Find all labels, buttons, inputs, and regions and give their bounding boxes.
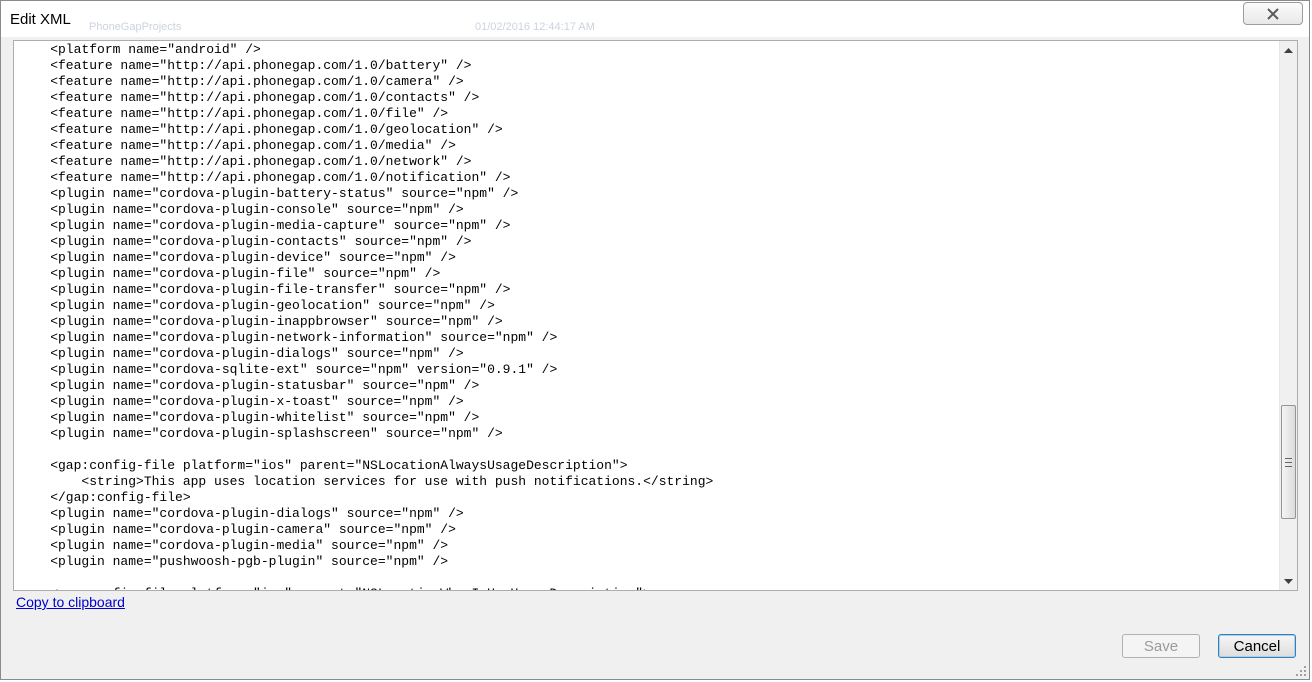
vertical-scrollbar[interactable]: [1279, 41, 1297, 590]
code-line: <plugin name="cordova-plugin-console" so…: [19, 202, 464, 217]
code-line: <plugin name="cordova-plugin-device" sou…: [19, 250, 456, 265]
code-line: <plugin name="cordova-plugin-file-transf…: [19, 282, 511, 297]
code-line: <feature name="http://api.phonegap.com/1…: [19, 154, 472, 169]
code-line: <plugin name="cordova-plugin-statusbar" …: [19, 378, 480, 393]
scroll-thumb[interactable]: [1281, 405, 1296, 519]
code-line: <plugin name="cordova-plugin-dialogs" so…: [19, 346, 464, 361]
title-bar: PhoneGapProjects 01/02/2016 12:44:17 AM …: [1, 1, 1309, 37]
code-line: <plugin name="cordova-plugin-x-toast" so…: [19, 394, 464, 409]
chevron-down-icon: [1284, 578, 1293, 584]
copy-to-clipboard-link[interactable]: Copy to clipboard: [16, 594, 125, 610]
code-line: <feature name="http://api.phonegap.com/1…: [19, 74, 464, 89]
close-icon: [1267, 7, 1279, 20]
code-line: <plugin name="cordova-plugin-whitelist" …: [19, 410, 480, 425]
code-line: <feature name="http://api.phonegap.com/1…: [19, 58, 472, 73]
code-line: <plugin name="cordova-plugin-inappbrowse…: [19, 314, 503, 329]
cancel-button[interactable]: Cancel: [1218, 634, 1296, 658]
code-line: <plugin name="cordova-plugin-contacts" s…: [19, 234, 472, 249]
code-line: <plugin name="cordova-plugin-camera" sou…: [19, 522, 456, 537]
code-line: <plugin name="cordova-sqlite-ext" source…: [19, 362, 558, 377]
chevron-up-icon: [1284, 47, 1293, 53]
code-line: <plugin name="cordova-plugin-media" sour…: [19, 538, 449, 553]
code-line: <plugin name="cordova-plugin-battery-sta…: [19, 186, 519, 201]
code-line: </gap:config-file>: [19, 490, 191, 505]
code-line: <plugin name="pushwoosh-pgb-plugin" sour…: [19, 554, 449, 569]
background-item: PhoneGapProjects: [89, 21, 182, 33]
code-line: <feature name="http://api.phonegap.com/1…: [19, 90, 480, 105]
background-date: 01/02/2016 12:44:17 AM: [475, 21, 595, 33]
save-button[interactable]: Save: [1122, 634, 1200, 658]
grip-icon: [1285, 457, 1292, 467]
scroll-down-arrow[interactable]: [1280, 573, 1297, 590]
code-line: <plugin name="cordova-plugin-geolocation…: [19, 298, 495, 313]
code-line: <gap:config-file platform="ios" parent="…: [19, 586, 713, 590]
code-line: <plugin name="cordova-plugin-splashscree…: [19, 426, 503, 441]
resize-grip-icon[interactable]: [1295, 665, 1307, 677]
xml-code-text[interactable]: <platform name="android" /> <feature nam…: [19, 42, 714, 590]
code-line: <feature name="http://api.phonegap.com/1…: [19, 170, 511, 185]
code-line: <plugin name="cordova-plugin-dialogs" so…: [19, 506, 464, 521]
code-line: <string>This app uses location services …: [19, 474, 714, 489]
close-button[interactable]: [1243, 2, 1303, 25]
code-line: <feature name="http://api.phonegap.com/1…: [19, 138, 456, 153]
code-line: <feature name="http://api.phonegap.com/1…: [19, 106, 449, 121]
edit-xml-dialog: PhoneGapProjects 01/02/2016 12:44:17 AM …: [0, 0, 1310, 680]
background-window-ghost: PhoneGapProjects 01/02/2016 12:44:17 AM: [1, 1, 1309, 35]
code-line: <platform name="android" />: [19, 42, 261, 57]
code-line: <plugin name="cordova-plugin-network-inf…: [19, 330, 558, 345]
code-line: <gap:config-file platform="ios" parent="…: [19, 458, 628, 473]
code-line: <feature name="http://api.phonegap.com/1…: [19, 122, 503, 137]
code-line: <plugin name="cordova-plugin-media-captu…: [19, 218, 511, 233]
xml-editor[interactable]: <platform name="android" /> <feature nam…: [13, 40, 1298, 591]
scroll-up-arrow[interactable]: [1280, 41, 1297, 58]
dialog-title: Edit XML: [10, 11, 71, 28]
code-line: <plugin name="cordova-plugin-file" sourc…: [19, 266, 441, 281]
